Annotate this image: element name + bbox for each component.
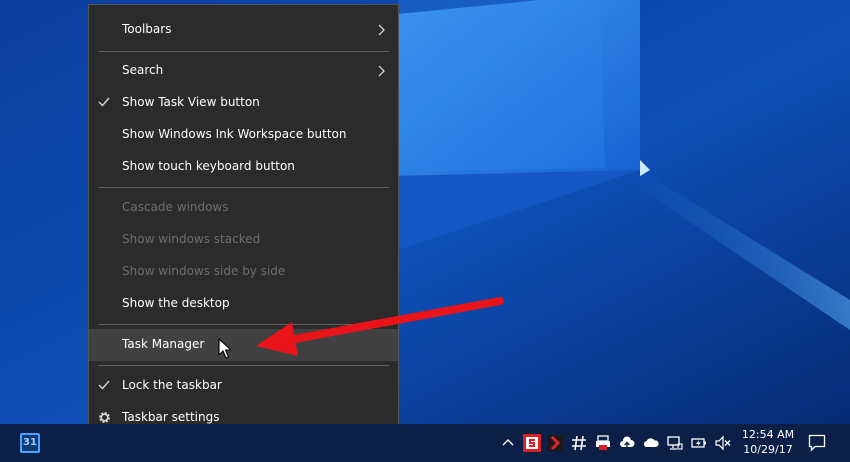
taskbar-context-menu: Toolbars Search Show Task View button Sh…: [88, 4, 399, 438]
hash-icon[interactable]: [571, 435, 587, 451]
menu-item-label: Taskbar settings: [122, 410, 220, 424]
calendar-badge: 31: [23, 437, 37, 448]
desktop: Toolbars Search Show Task View button Sh…: [0, 0, 850, 462]
system-clock[interactable]: 12:54 AM 10/29/17: [740, 427, 796, 457]
menu-item-label: Task Manager: [122, 337, 205, 351]
network-icon[interactable]: [667, 435, 683, 451]
s-app-icon[interactable]: [523, 434, 541, 452]
menu-item-label: Cascade windows: [122, 200, 229, 214]
menu-item-lock-taskbar[interactable]: Lock the taskbar: [89, 370, 398, 402]
menu-item-label: Search: [122, 63, 164, 77]
menu-item-search[interactable]: Search: [89, 55, 398, 87]
volume-muted-icon[interactable]: [715, 435, 731, 451]
printer-lock-icon[interactable]: [595, 435, 611, 451]
menu-item-label: Show windows stacked: [122, 232, 261, 246]
onedrive-icon[interactable]: [643, 435, 659, 451]
menu-item-label: Show Windows Ink Workspace button: [122, 127, 347, 141]
menu-item-show-ink-workspace[interactable]: Show Windows Ink Workspace button: [89, 119, 398, 151]
taskbar: 31 12:54 AM 10/29/17: [0, 424, 850, 462]
menu-item-show-task-view[interactable]: Show Task View button: [89, 87, 398, 119]
menu-item-label: Show windows side by side: [122, 264, 286, 278]
menu-item-show-desktop[interactable]: Show the desktop: [89, 288, 398, 320]
red-chevron-icon[interactable]: [547, 435, 563, 451]
menu-item-toolbars[interactable]: Toolbars: [89, 14, 398, 46]
action-center-icon[interactable]: [808, 434, 826, 452]
checkmark-icon: [98, 97, 110, 107]
menu-item-label: Lock the taskbar: [122, 378, 222, 392]
menu-item-label: Show touch keyboard button: [122, 159, 295, 173]
menu-item-task-manager[interactable]: Task Manager: [89, 329, 398, 361]
menu-separator: [98, 187, 389, 188]
menu-item-show-touch-keyboard[interactable]: Show touch keyboard button: [89, 151, 398, 183]
menu-item-cascade-windows: Cascade windows: [89, 192, 398, 224]
menu-item-label: Show Task View button: [122, 95, 260, 109]
chevron-right-icon: [378, 24, 385, 36]
chevron-up-icon[interactable]: [500, 435, 516, 451]
battery-icon[interactable]: [691, 435, 707, 451]
chevron-right-icon: [378, 65, 385, 77]
menu-separator: [98, 365, 389, 366]
menu-separator: [98, 324, 389, 325]
mouse-cursor-icon: [218, 338, 232, 359]
menu-item-windows-side-by-side: Show windows side by side: [89, 256, 398, 288]
menu-item-windows-stacked: Show windows stacked: [89, 224, 398, 256]
clock-date: 10/29/17: [743, 443, 793, 456]
checkmark-icon: [98, 380, 110, 390]
menu-item-label: Toolbars: [122, 22, 172, 36]
calendar-app-icon[interactable]: 31: [20, 433, 40, 453]
cloud-upload-icon[interactable]: [619, 435, 635, 451]
menu-separator: [98, 51, 389, 52]
clock-time: 12:54 AM: [741, 428, 795, 441]
gear-icon: [99, 412, 110, 423]
menu-item-label: Show the desktop: [122, 296, 230, 310]
